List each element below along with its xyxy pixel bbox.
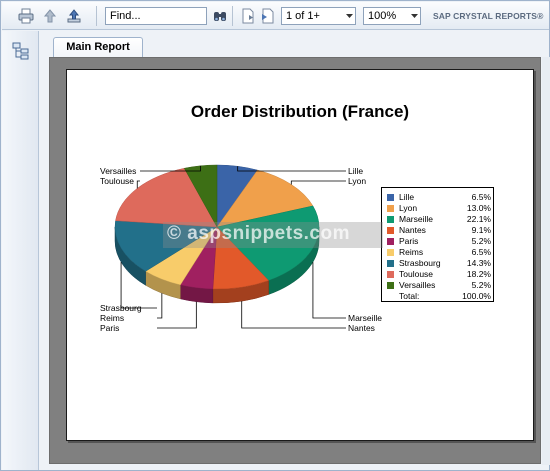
legend-value: 14.3% xyxy=(466,258,491,268)
legend-value: 5.2% xyxy=(471,280,491,290)
legend-name: Nantes xyxy=(399,225,426,235)
legend-name: Toulouse xyxy=(399,269,434,279)
legend-name: Paris xyxy=(399,236,419,246)
slice-label-lyon: Lyon xyxy=(348,176,367,186)
last-page-icon[interactable] xyxy=(258,6,278,26)
legend-name: Lyon xyxy=(399,203,418,213)
crystal-report-viewer: Find... 1 of 1+ 100% SAP CRYSTAL REPORTS… xyxy=(0,0,550,471)
slice-label-strasbourg: Strasbourg xyxy=(100,303,142,313)
page-select[interactable]: 1 of 1+ xyxy=(281,7,356,25)
legend-item: Strasbourg 14.3% xyxy=(387,258,491,269)
legend-swatch xyxy=(387,282,394,289)
legend-total: Total: 100.0% xyxy=(387,291,491,302)
search-input-text: Find... xyxy=(110,10,141,22)
legend-value: 6.5% xyxy=(471,192,491,202)
legend-item: Reims 6.5% xyxy=(387,247,491,258)
slice-label-paris: Paris xyxy=(100,323,120,333)
zoom-select[interactable]: 100% xyxy=(363,7,421,25)
legend-swatch xyxy=(387,260,394,267)
legend-value: 5.2% xyxy=(471,236,491,246)
chevron-down-icon xyxy=(408,8,420,24)
binoculars-icon[interactable] xyxy=(210,6,230,26)
report-tabs: Main Report xyxy=(40,31,549,57)
legend-item: Toulouse 18.2% xyxy=(387,269,491,280)
legend-name: Reims xyxy=(399,247,424,257)
search-input[interactable]: Find... xyxy=(105,7,207,25)
legend-value: 13.0% xyxy=(466,203,491,213)
slice-label-marseille: Marseille xyxy=(348,313,383,323)
legend-swatch xyxy=(387,238,394,245)
legend-total-label: Total: xyxy=(399,291,420,301)
legend-item: Marseille 22.1% xyxy=(387,214,491,225)
up-arrow-icon[interactable] xyxy=(40,6,60,26)
legend-item: Nantes 9.1% xyxy=(387,225,491,236)
export-icon[interactable] xyxy=(64,6,84,26)
slice-label-lille: Lille xyxy=(348,166,364,176)
legend-value: 6.5% xyxy=(471,247,491,257)
slice-label-reims: Reims xyxy=(100,313,125,323)
report-area: Order Distribution (France) Versailles T… xyxy=(49,57,541,464)
leader-line-paris xyxy=(157,301,197,329)
vertical-scrollbar[interactable] xyxy=(542,57,550,465)
group-tree-icon[interactable] xyxy=(12,42,30,60)
legend-name: Lille xyxy=(399,192,415,202)
toolbar: Find... 1 of 1+ 100% SAP CRYSTAL REPORTS… xyxy=(2,2,549,30)
legend-item: Lyon 13.0% xyxy=(387,203,491,214)
legend-name: Versailles xyxy=(399,280,436,290)
slice-label-toulouse: Toulouse xyxy=(100,176,135,186)
print-icon[interactable] xyxy=(16,6,36,26)
leader-line-reims xyxy=(157,293,163,319)
legend-swatch xyxy=(387,249,394,256)
toolbar-separator xyxy=(96,6,97,26)
chart-legend: Lille 6.5% Lyon 13.0% Marseille 22.1% Nante… xyxy=(381,187,494,302)
chevron-down-icon xyxy=(343,8,355,24)
left-panel xyxy=(2,31,39,470)
brand-logo-text: SAP CRYSTAL REPORTS® xyxy=(433,11,544,21)
page-select-value: 1 of 1+ xyxy=(286,10,320,22)
legend-item: Versailles 5.2% xyxy=(387,280,491,291)
legend-swatch xyxy=(387,271,394,278)
next-page-icon[interactable] xyxy=(238,6,258,26)
legend-value: 22.1% xyxy=(466,214,491,224)
legend-swatch xyxy=(387,216,394,223)
legend-swatch xyxy=(387,227,394,234)
leader-line-lyon xyxy=(290,180,346,185)
slice-label-versailles: Versailles xyxy=(100,166,137,176)
zoom-select-value: 100% xyxy=(368,10,397,22)
tab-main-report[interactable]: Main Report xyxy=(53,37,143,57)
legend-name: Strasbourg xyxy=(399,258,441,268)
legend-swatch xyxy=(387,205,394,212)
slice-label-nantes: Nantes xyxy=(348,323,375,333)
toolbar-separator xyxy=(232,6,233,26)
legend-total-value: 100.0% xyxy=(462,291,491,301)
legend-item: Lille 6.5% xyxy=(387,192,491,203)
leader-line-marseille xyxy=(312,262,346,319)
legend-swatch xyxy=(387,194,394,201)
legend-value: 9.1% xyxy=(471,225,491,235)
leader-line-nantes xyxy=(241,301,346,329)
watermark-text: © aspsnippets.com xyxy=(167,223,350,244)
legend-name: Marseille xyxy=(399,214,434,224)
legend-value: 18.2% xyxy=(466,269,491,279)
report-page: Order Distribution (France) Versailles T… xyxy=(66,69,534,441)
legend-item: Paris 5.2% xyxy=(387,236,491,247)
